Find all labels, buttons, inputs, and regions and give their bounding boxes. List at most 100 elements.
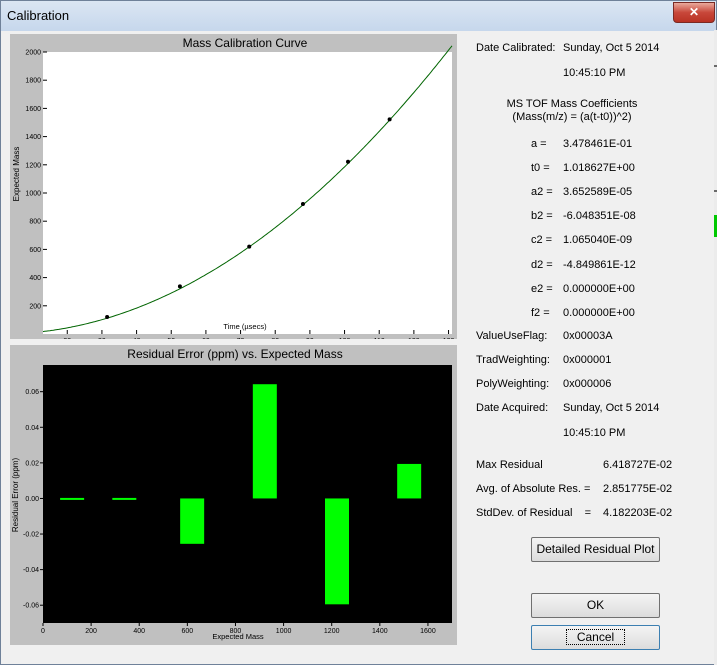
y-tick-label: 1400 bbox=[25, 134, 41, 141]
y-tick-label: -0.02 bbox=[23, 532, 39, 539]
x-tick-label: 0 bbox=[41, 628, 45, 635]
window-title: Calibration bbox=[7, 8, 70, 23]
x-tick-label: 1000 bbox=[276, 628, 292, 635]
ok-button[interactable]: OK bbox=[531, 593, 660, 618]
data-point bbox=[105, 314, 110, 319]
y-tick-label: 0.00 bbox=[25, 496, 39, 503]
time-calibrated-value: 10:45:10 PM bbox=[563, 67, 626, 79]
coefficient-value: 3.652589E-05 bbox=[563, 186, 633, 199]
x-tick-label: 400 bbox=[133, 628, 145, 635]
y-ticks: 0.06 0.04 0.02 0.00 -0.02 -0.04 -0.06 bbox=[23, 389, 43, 610]
cancel-button-label: Cancel bbox=[565, 629, 626, 645]
y-tick-label: 800 bbox=[29, 219, 41, 226]
calibration-chart-panel: Mass Calibration Curve Time (µsecs) Expe… bbox=[10, 34, 457, 339]
x-tick-label: 50 bbox=[167, 338, 175, 339]
y-tick-label: 0.06 bbox=[25, 389, 39, 396]
data-point bbox=[247, 244, 252, 249]
coefficient-value: 1.018627E+00 bbox=[563, 162, 635, 175]
y-tick-label: 0.02 bbox=[25, 460, 39, 467]
y-tick-label: 1600 bbox=[25, 106, 41, 113]
residual-bar bbox=[60, 497, 85, 500]
chart-title: Mass Calibration Curve bbox=[183, 36, 308, 50]
coefficient-label: d2 = bbox=[531, 258, 553, 271]
max-residual-label: Max Residual bbox=[476, 459, 543, 471]
y-tick-label: 2000 bbox=[25, 50, 41, 57]
x-ticks: 0 200 400 600 800 1000 1200 1400 1600 bbox=[41, 623, 436, 635]
trad-weighting-value: 0x000001 bbox=[563, 354, 612, 366]
residual-bar bbox=[324, 498, 349, 605]
coefficient-label: t0 = bbox=[531, 162, 550, 175]
stddev-residual-value: 4.182203E-02 bbox=[603, 507, 673, 519]
y-tick-label: 400 bbox=[29, 275, 41, 282]
x-tick-label: 110 bbox=[374, 338, 385, 339]
coefficients-title: MS TOF Mass Coefficients bbox=[506, 98, 638, 110]
value-use-flag-label: ValueUseFlag: bbox=[476, 330, 548, 342]
date-acquired-label: Date Acquired: bbox=[476, 402, 549, 414]
trad-weighting-label: TradWeighting: bbox=[476, 354, 550, 366]
x-tick-label: 1600 bbox=[420, 628, 436, 635]
y-tick-label: 1200 bbox=[25, 162, 41, 169]
date-acquired-value: Sunday, Oct 5 2014 bbox=[563, 402, 660, 414]
coefficient-label: a = bbox=[531, 138, 547, 150]
x-tick-label: 1400 bbox=[372, 628, 388, 635]
data-point bbox=[177, 284, 182, 289]
coefficients-formula: (Mass(m/z) = (a(t-t0))^2) bbox=[512, 111, 632, 123]
coefficient-value: -4.849861E-12 bbox=[563, 258, 636, 271]
coefficient-value: 0.000000E+00 bbox=[563, 306, 635, 319]
coefficient-label: f2 = bbox=[531, 306, 550, 319]
x-tick-label: 60 bbox=[202, 338, 210, 339]
coefficient-value: 0.000000E+00 bbox=[563, 282, 635, 295]
x-tick-label: 100 bbox=[339, 338, 351, 339]
data-point bbox=[346, 159, 351, 164]
x-tick-label: 200 bbox=[85, 628, 97, 635]
x-tick-label: 120 bbox=[408, 338, 420, 339]
data-point bbox=[387, 117, 392, 122]
value-use-flag-value: 0x00003A bbox=[563, 330, 613, 342]
y-tick-label: 600 bbox=[29, 247, 41, 254]
x-tick-label: 1200 bbox=[324, 628, 340, 635]
coefficient-value: 1.065040E-09 bbox=[563, 234, 633, 247]
y-tick-label: -0.06 bbox=[23, 603, 39, 610]
x-tick-label: 40 bbox=[133, 338, 141, 339]
title-bar: Calibration ✕ bbox=[1, 1, 716, 31]
coefficient-label: c2 = bbox=[531, 234, 553, 247]
detailed-residual-plot-button[interactable]: Detailed Residual Plot bbox=[531, 537, 660, 562]
y-tick-label: 1800 bbox=[25, 78, 41, 85]
x-axis-label: Time (µsecs) bbox=[223, 322, 267, 331]
coefficient-label: e2 = bbox=[531, 282, 553, 295]
x-tick-label: 130 bbox=[443, 338, 455, 339]
avg-abs-residual-label: Avg. of Absolute Res. = bbox=[476, 483, 591, 495]
x-tick-label: 80 bbox=[271, 338, 279, 339]
plot-area bbox=[43, 52, 452, 334]
residual-bar bbox=[112, 497, 137, 500]
chart-title: Residual Error (ppm) vs. Expected Mass bbox=[127, 347, 342, 361]
max-residual-value: 6.418727E-02 bbox=[603, 459, 673, 471]
close-icon[interactable]: ✕ bbox=[673, 2, 715, 23]
plot-area bbox=[43, 365, 452, 623]
y-axis-label: Residual Error (ppm) bbox=[11, 458, 20, 533]
residual-chart-panel: Residual Error (ppm) vs. Expected Mass E… bbox=[10, 345, 457, 645]
y-tick-label: -0.04 bbox=[23, 567, 39, 574]
x-tick-label: 20 bbox=[63, 338, 71, 339]
x-tick-label: 800 bbox=[230, 628, 242, 635]
x-tick-label: 90 bbox=[306, 338, 314, 339]
cancel-button[interactable]: Cancel bbox=[531, 625, 660, 650]
coefficient-value: -6.048351E-08 bbox=[563, 210, 636, 223]
y-tick-label: 0.04 bbox=[25, 425, 39, 432]
date-calibrated-value: Sunday, Oct 5 2014 bbox=[563, 42, 660, 54]
coefficient-label: b2 = bbox=[531, 210, 553, 223]
residual-bar bbox=[180, 498, 205, 544]
avg-abs-residual-value: 2.851775E-02 bbox=[603, 483, 673, 495]
time-acquired-value: 10:45:10 PM bbox=[563, 427, 626, 439]
x-tick-label: 70 bbox=[237, 338, 245, 339]
y-axis-label: Expected Mass bbox=[12, 147, 21, 202]
residual-chart: Residual Error (ppm) vs. Expected Mass E… bbox=[11, 347, 452, 641]
poly-weighting-value: 0x000006 bbox=[563, 378, 612, 390]
residual-bar bbox=[397, 463, 422, 499]
poly-weighting-label: PolyWeighting: bbox=[476, 378, 550, 390]
data-point bbox=[300, 201, 305, 206]
x-tick-label: 600 bbox=[182, 628, 194, 635]
residual-bar bbox=[252, 384, 277, 499]
date-calibrated-label: Date Calibrated: bbox=[476, 42, 556, 54]
stddev-residual-label: StdDev. of Residual = bbox=[476, 507, 592, 519]
